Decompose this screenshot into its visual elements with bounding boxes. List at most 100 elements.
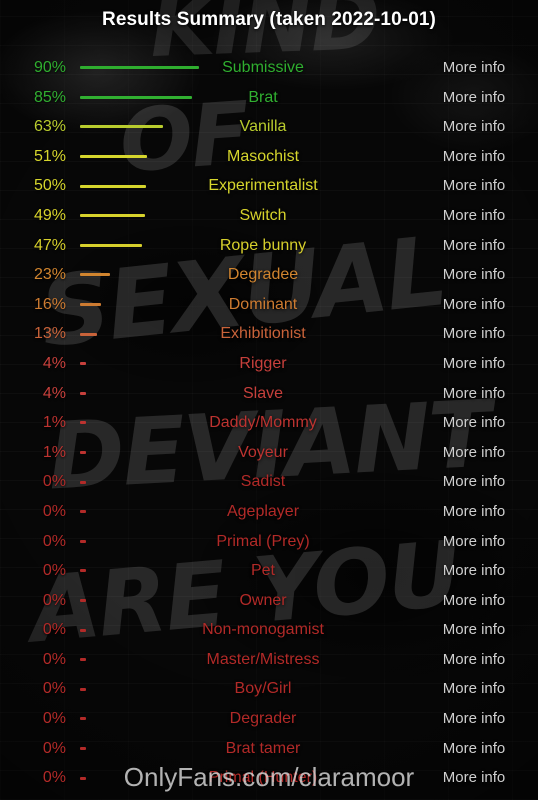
percent-value: 49% [33,206,66,224]
percent-bar [80,451,86,455]
result-label: Pet [250,562,275,580]
result-label: Brat tamer [225,739,301,757]
more-info-link[interactable]: More info [410,734,538,764]
percent-value: 0% [42,650,66,668]
table-row: 49% Switch More info [0,201,538,231]
percent-bar [80,243,142,247]
more-info-link[interactable]: More info [410,763,538,793]
percent-value: 47% [33,236,66,254]
percent-value: 0% [42,769,66,787]
percent-bar [80,746,86,750]
table-row: 50% Experimentalist More info [0,171,538,201]
result-label: Brat [248,88,278,106]
result-label: Dominant [228,295,298,313]
percent-bar [80,155,147,159]
table-row: 23% Degradee More info [0,260,538,290]
result-label: Switch [239,206,287,224]
percent-bar [80,214,145,218]
table-row: 85% Brat More info [0,83,538,113]
more-info-link[interactable]: More info [410,83,538,113]
result-label: Rope bunny [219,236,307,254]
more-info-link[interactable]: More info [410,527,538,557]
percent-value: 16% [33,295,66,313]
table-row: 63% Vanilla More info [0,112,538,142]
percent-value: 85% [33,88,66,106]
results-table: 90% Submissive More info 85% Brat More info 63… [0,53,538,793]
more-info-link[interactable]: More info [410,467,538,497]
table-row: 0% Owner More info [0,586,538,616]
result-label: Experimentalist [208,177,318,195]
more-info-link[interactable]: More info [410,349,538,379]
more-info-link[interactable]: More info [410,556,538,586]
more-info-link[interactable]: More info [410,290,538,320]
percent-bar [80,539,86,543]
more-info-link[interactable]: More info [410,645,538,675]
table-row: 0% Boy/Girl More info [0,674,538,704]
table-row: 0% Sadist More info [0,467,538,497]
more-info-link[interactable]: More info [410,497,538,527]
percent-value: 0% [42,502,66,520]
more-info-link[interactable]: More info [410,231,538,261]
percent-value: 51% [33,147,66,165]
result-label: Sadist [240,473,286,491]
percent-value: 0% [42,621,66,639]
percent-value: 13% [33,325,66,343]
percent-bar [80,658,86,662]
percent-bar [80,480,86,484]
more-info-link[interactable]: More info [410,379,538,409]
percent-value: 0% [42,680,66,698]
percent-bar [80,332,97,336]
result-label: Exhibitionist [220,325,306,343]
result-label: Masochist [226,147,300,165]
percent-bar [80,569,86,573]
result-label: Owner [239,591,287,609]
more-info-link[interactable]: More info [410,260,538,290]
more-info-link[interactable]: More info [410,586,538,616]
percent-bar [80,303,101,307]
more-info-link[interactable]: More info [410,112,538,142]
percent-value: 0% [42,473,66,491]
more-info-link[interactable]: More info [410,201,538,231]
more-info-link[interactable]: More info [410,438,538,468]
table-row: 0% Degrader More info [0,704,538,734]
result-label: Daddy/Mommy [209,414,317,432]
table-row: 0% Ageplayer More info [0,497,538,527]
table-row: 51% Masochist More info [0,142,538,172]
result-label: Slave [242,384,284,402]
result-label: Degradee [227,266,299,284]
more-info-link[interactable]: More info [410,319,538,349]
percent-value: 0% [42,739,66,757]
more-info-link[interactable]: More info [410,53,538,83]
percent-bar [80,628,86,632]
more-info-link[interactable]: More info [410,142,538,172]
more-info-link[interactable]: More info [410,408,538,438]
table-row: 1% Daddy/Mommy More info [0,408,538,438]
result-label: Master/Mistress [206,650,320,668]
more-info-link[interactable]: More info [410,674,538,704]
percent-value: 1% [42,443,66,461]
percent-value: 0% [42,591,66,609]
percent-value: 23% [33,266,66,284]
result-label: Boy/Girl [234,680,292,698]
percent-bar [80,717,86,721]
result-label: Degrader [229,710,297,728]
percent-bar [80,391,86,395]
percent-value: 0% [42,532,66,550]
percent-value: 0% [42,562,66,580]
percent-bar [80,598,86,602]
percent-value: 0% [42,710,66,728]
table-row: 1% Voyeur More info [0,438,538,468]
percent-value: 50% [33,177,66,195]
percent-value: 90% [33,59,66,76]
more-info-link[interactable]: More info [410,615,538,645]
percent-value: 63% [33,118,66,136]
more-info-link[interactable]: More info [410,171,538,201]
percent-bar [80,273,110,277]
more-info-link[interactable]: More info [410,704,538,734]
percent-bar [80,776,86,780]
result-label: Primal (Hunter) [208,769,318,787]
result-label: Non-monogamist [202,621,324,639]
table-row: 0% Primal (Prey) More info [0,527,538,557]
table-row: 0% Non-monogamist More info [0,615,538,645]
percent-bar [80,125,163,129]
